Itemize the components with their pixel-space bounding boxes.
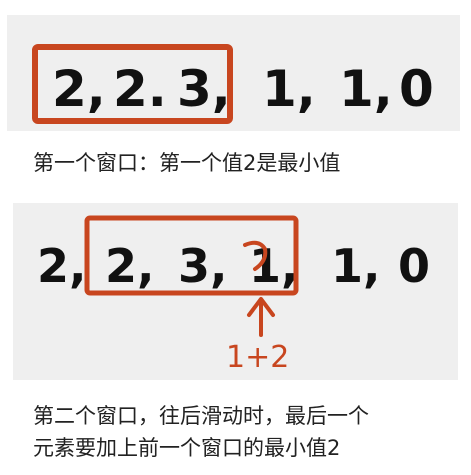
figure-panel-1: 2, 2. 3, 1, 1, 0 — [7, 15, 460, 131]
caption-panel-1: 第一个窗口：第一个值2是最小值 — [33, 151, 341, 175]
caption-panel-2-line-1: 第二个窗口，往后滑动时，最后一个 — [33, 404, 369, 428]
panel-1-drawing: 2, 2. 3, 1, 1, 0 — [32, 44, 434, 124]
arrow-note: 1+2 — [226, 340, 289, 375]
p2-item-5: 1, — [331, 239, 380, 293]
p1-item-1: 2, — [52, 60, 106, 118]
p2-item-2: 2, — [105, 239, 154, 293]
p1-item-5: 1, — [339, 60, 393, 118]
p1-item-3: 3, — [177, 60, 231, 118]
p1-item-6: 0 — [399, 60, 434, 118]
caption-panel-2-line-2: 元素要加上前一个窗口的最小值2 — [33, 436, 341, 460]
panel-2-drawing: 2, 2, 3, 1, 1, 0 1+2 — [37, 215, 430, 375]
p1-item-2: 2. — [113, 60, 167, 118]
figure-panel-2: 2, 2, 3, 1, 1, 0 1+2 — [13, 203, 458, 380]
p2-item-3: 3, — [178, 239, 227, 293]
p2-item-1: 2, — [37, 239, 86, 293]
p2-item-6: 0 — [398, 239, 430, 293]
p1-item-4: 1, — [262, 60, 316, 118]
